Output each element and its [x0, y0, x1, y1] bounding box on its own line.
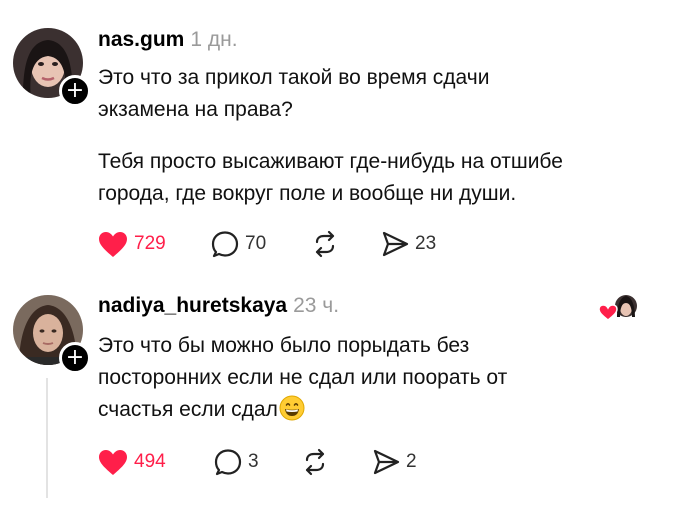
timestamp: 23 ч.: [293, 294, 340, 317]
thread-line: [46, 378, 48, 498]
repost-icon: [305, 448, 325, 476]
reply-button[interactable]: 3: [214, 447, 259, 477]
send-icon: [373, 449, 400, 475]
share-count: 2: [406, 451, 417, 472]
author-liked-badge: [598, 294, 640, 322]
comment-text: Это что бы можно было порыдать без посто…: [98, 330, 507, 426]
like-count: 494: [134, 451, 166, 472]
text-line: посторонних если не сдал или поорать от: [98, 366, 508, 389]
grinning-face-emoji: [279, 395, 305, 421]
share-button[interactable]: 2: [372, 447, 417, 477]
like-button[interactable]: 494: [98, 447, 166, 477]
text-line: счастья если сдал: [98, 398, 278, 421]
username[interactable]: nadiya_huretskaya: [98, 294, 287, 317]
repost-button[interactable]: [301, 447, 329, 477]
comment-header: nadiya_huretskaya 23 ч.: [98, 294, 339, 318]
text-line-with-emoji: счастья если сдал: [98, 394, 507, 426]
text-line: Это что бы можно было порыдать без: [98, 334, 470, 357]
follow-plus-icon[interactable]: +: [59, 342, 91, 374]
heart-icon: [99, 449, 127, 475]
heart-icon: [598, 295, 637, 321]
comment-bubble-icon: [214, 449, 242, 476]
comment-2: + nadiya_huretskaya 23 ч. Это что бы можн…: [0, 0, 700, 507]
reply-count: 3: [248, 451, 259, 472]
